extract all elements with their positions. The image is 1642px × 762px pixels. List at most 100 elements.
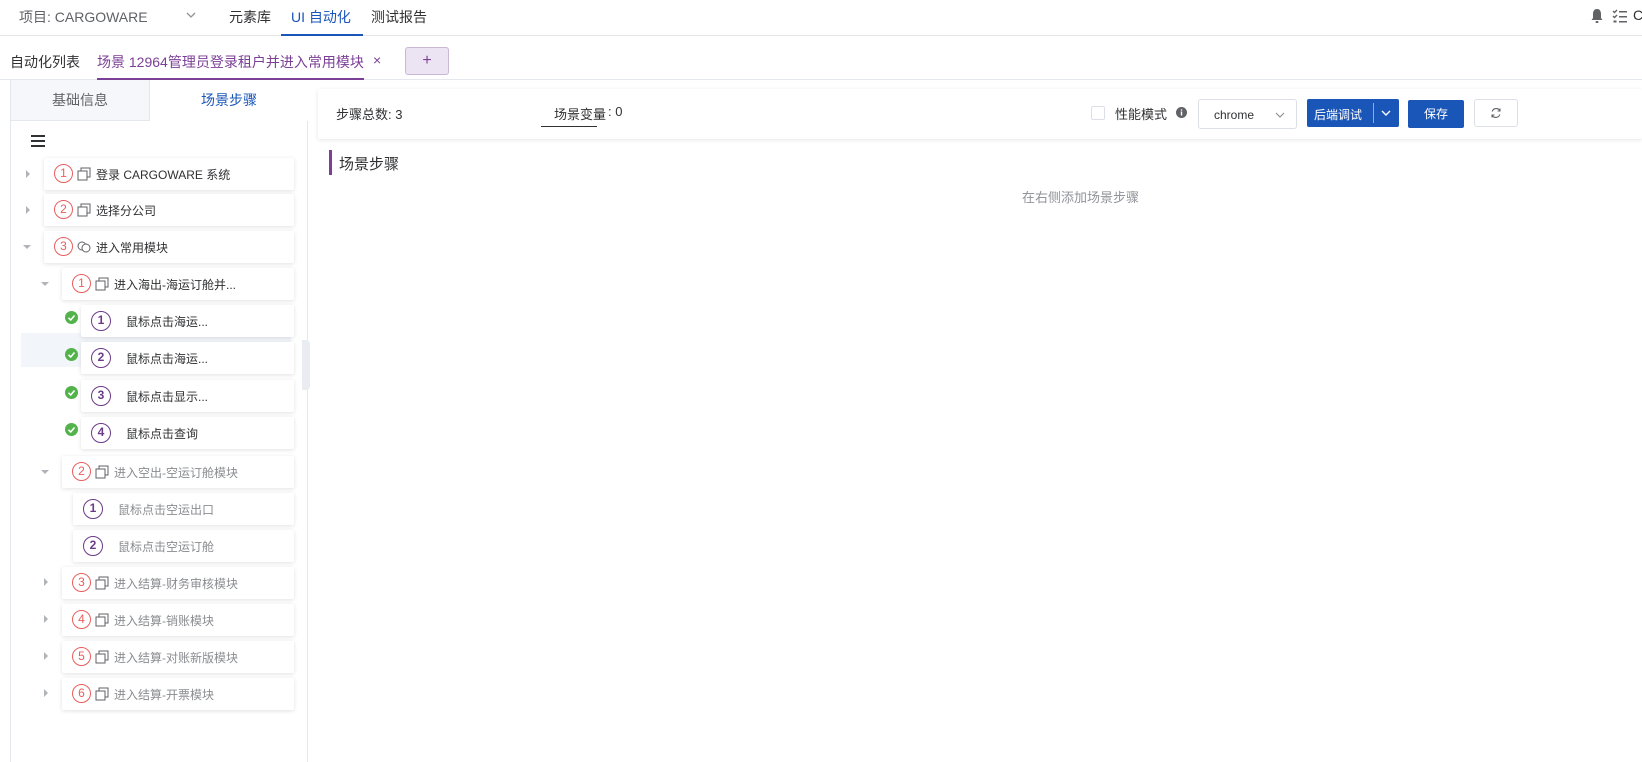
info-icon[interactable] [1176, 107, 1187, 118]
tree-node-label: 进入结算-对账新版模块 [114, 651, 238, 665]
tab-scene-steps[interactable]: 场景步骤 [150, 80, 308, 121]
tree-node-label: 进入常用模块 [96, 241, 169, 255]
copy-icon[interactable] [95, 576, 109, 590]
copy-icon[interactable] [95, 687, 109, 701]
step-number-badge: 2 [91, 348, 111, 368]
step-number-badge: 1 [54, 164, 73, 183]
step-number-badge: 6 [72, 684, 91, 703]
tree-node-label: 鼠标点击显示... [126, 390, 209, 404]
tree-node-finance-audit[interactable]: 3 进入结算-财务审核模块 [62, 567, 294, 599]
user-menu-cut-text[interactable]: C [1633, 7, 1642, 23]
copy-icon[interactable] [77, 203, 91, 217]
empty-steps-hint: 在右侧添加场景步骤 [1022, 190, 1140, 205]
tree-node-label: 鼠标点击空运订舱 [118, 540, 215, 554]
tree-node-sea-export[interactable]: 1 进入海出-海运订舱并... [62, 268, 294, 300]
top-nav-bar: 项目: CARGOWARE 元素库 UI 自动化 测试报告 C [0, 0, 1642, 36]
tree-node-label: 进入海出-海运订舱并... [114, 278, 236, 292]
tab-basic-info[interactable]: 基础信息 [11, 80, 150, 121]
save-button[interactable]: 保存 [1408, 100, 1464, 128]
tree-leaf-step[interactable]: 2 鼠标点击空运订舱 [73, 530, 294, 562]
expand-arrow-icon[interactable] [24, 170, 32, 178]
button-separator [1373, 103, 1374, 123]
success-check-icon [65, 311, 78, 324]
tree-node-label: 进入结算-财务审核模块 [114, 577, 238, 591]
tree-node-write-off[interactable]: 4 进入结算-销账模块 [62, 604, 294, 636]
step-number-badge: 4 [91, 423, 111, 443]
project-selector[interactable]: 项目: CARGOWARE [19, 7, 148, 27]
tree-leaf-step[interactable]: 1 鼠标点击海运... [81, 305, 294, 337]
success-check-icon [65, 386, 78, 399]
step-number-badge: 5 [72, 647, 91, 666]
scene-variables-underline [541, 126, 597, 127]
expand-arrow-icon[interactable] [42, 652, 50, 660]
tree-leaf-step[interactable]: 2 鼠标点击海运... [81, 342, 294, 374]
tree-node-reconcile[interactable]: 5 进入结算-对账新版模块 [62, 641, 294, 673]
bell-icon[interactable] [1590, 8, 1604, 24]
step-number-badge: 3 [91, 386, 111, 406]
nav-active-indicator [281, 0, 363, 36]
nav-element-library[interactable]: 元素库 [229, 7, 271, 27]
tab-scene-12964[interactable]: 场景 12964管理员登录租户并进入常用模块 [97, 45, 364, 80]
menu-icon[interactable] [31, 135, 45, 147]
step-number-badge: 2 [83, 536, 103, 556]
tab-close-icon[interactable]: × [373, 52, 381, 68]
success-check-icon [65, 423, 78, 436]
copy-icon[interactable] [77, 167, 91, 181]
section-title: 场景步骤 [339, 156, 400, 173]
collapse-arrow-icon[interactable] [41, 280, 49, 288]
tab-scene-label: 场景 12964管理员登录租户并进入常用模块 [97, 54, 364, 70]
chevron-down-icon [1275, 112, 1285, 118]
tree-node-label: 选择分公司 [96, 204, 157, 218]
scene-tabs-row: 自动化列表 场景 12964管理员登录租户并进入常用模块 × [0, 36, 1642, 80]
scene-variables-link[interactable]: 场景变量 [554, 104, 606, 123]
tree-node-label: 鼠标点击海运... [126, 315, 209, 329]
backend-debug-button[interactable]: 后端调试 [1307, 99, 1399, 127]
tree-node-label: 鼠标点击海运... [126, 352, 209, 366]
step-number-badge: 1 [83, 499, 103, 519]
tree-node-invoice[interactable]: 6 进入结算-开票模块 [62, 678, 294, 710]
tree-node-label: 登录 CARGOWARE 系统 [96, 168, 231, 182]
task-list-icon[interactable] [1612, 8, 1628, 24]
collapse-arrow-icon[interactable] [23, 243, 31, 251]
nav-test-report[interactable]: 测试报告 [371, 7, 427, 27]
step-number-badge: 1 [91, 311, 111, 331]
chevron-down-icon[interactable] [184, 8, 198, 22]
performance-mode-checkbox[interactable] [1091, 106, 1105, 120]
tree-node-label: 鼠标点击空运出口 [118, 503, 215, 517]
chevron-down-icon[interactable] [1380, 107, 1392, 119]
collapse-arrow-icon[interactable] [41, 468, 49, 476]
step-number-badge: 3 [72, 573, 91, 592]
tree-node-login[interactable]: 1 登录 CARGOWARE 系统 [44, 158, 294, 190]
step-number-badge: 4 [72, 610, 91, 629]
tree-node-label: 鼠标点击查询 [126, 427, 199, 441]
expand-arrow-icon[interactable] [42, 615, 50, 623]
add-tab-button[interactable]: + [405, 47, 449, 75]
tree-node-label: 进入结算-销账模块 [114, 614, 214, 628]
tree-node-common-modules[interactable]: 3 进入常用模块 [44, 231, 294, 263]
tree-leaf-step[interactable]: 1 鼠标点击空运出口 [73, 493, 294, 525]
left-panel-tabs: 基础信息 场景步骤 [11, 80, 308, 121]
copy-icon[interactable] [95, 613, 109, 627]
tree-node-air-export[interactable]: 2 进入空出-空运订舱模块 [62, 456, 294, 488]
scene-variables-count: : 0 [608, 104, 623, 119]
step-number-badge: 1 [72, 274, 91, 293]
refresh-button[interactable] [1474, 99, 1518, 127]
group-icon[interactable] [77, 240, 91, 254]
refresh-icon [1491, 108, 1501, 118]
copy-icon[interactable] [95, 465, 109, 479]
backend-debug-label: 后端调试 [1314, 108, 1363, 122]
tree-node-select-branch[interactable]: 2 选择分公司 [44, 194, 294, 226]
copy-icon[interactable] [95, 277, 109, 291]
panel-collapse-handle[interactable] [302, 340, 310, 390]
tree-leaf-step[interactable]: 3 鼠标点击显示... [81, 380, 294, 412]
copy-icon[interactable] [95, 650, 109, 664]
expand-arrow-icon[interactable] [42, 578, 50, 586]
step-number-badge: 3 [54, 237, 73, 256]
steps-total: 步骤总数: 3 [336, 107, 403, 122]
browser-select[interactable]: chrome [1198, 99, 1297, 129]
tab-automation-list[interactable]: 自动化列表 [10, 52, 80, 72]
expand-arrow-icon[interactable] [24, 206, 32, 214]
tree-leaf-step[interactable]: 4 鼠标点击查询 [81, 417, 294, 449]
expand-arrow-icon[interactable] [42, 689, 50, 697]
browser-select-value: chrome [1214, 108, 1255, 122]
